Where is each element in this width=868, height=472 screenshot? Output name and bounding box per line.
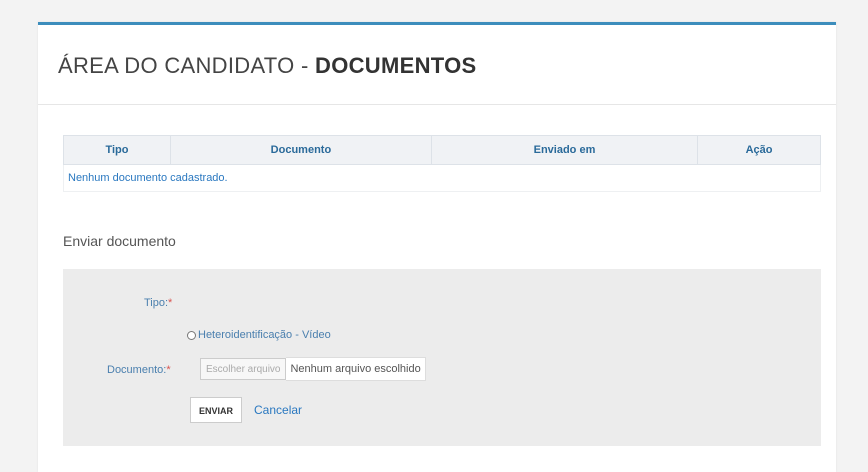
choose-file-button[interactable]: Escolher arquivo [200,358,287,380]
tipo-option-label[interactable]: Heteroidentificação - Vídeo [198,329,331,341]
page-title: ÁREA DO CANDIDATO - DOCUMENTOS [38,25,836,105]
file-status-text: Nenhum arquivo escolhido [286,357,426,381]
documents-table: Tipo Documento Enviado em Ação Nenhum do… [63,135,821,192]
tipo-label: Tipo:* [144,297,172,309]
required-marker: * [166,364,171,376]
upload-section-title: Enviar documento [63,233,176,249]
tipo-label-text: Tipo: [144,297,169,309]
table-row: Nenhum documento cadastrado. [63,164,821,192]
cancel-link[interactable]: Cancelar [254,403,302,417]
tipo-option-heteroidentificacao[interactable]: Heteroidentificação - Vídeo [187,329,331,341]
column-header-acao: Ação [697,135,821,165]
empty-table-message: Nenhum documento cadastrado. [63,164,821,192]
documents-panel: ÁREA DO CANDIDATO - DOCUMENTOS Tipo Docu… [38,22,836,472]
documento-label: Documento:* [107,364,171,376]
column-header-tipo: Tipo [63,135,171,165]
upload-form: Tipo:* Heteroidentificação - Vídeo Docum… [63,269,821,446]
file-input[interactable]: Escolher arquivo Nenhum arquivo escolhid… [200,357,426,381]
submit-button[interactable]: ENVIAR [190,397,242,423]
radio-button[interactable] [187,330,196,340]
page-title-prefix: ÁREA DO CANDIDATO - [58,53,316,78]
table-header-row: Tipo Documento Enviado em Ação [63,135,821,165]
required-marker: * [168,297,173,309]
column-header-documento: Documento [169,135,432,165]
page-title-bold: DOCUMENTOS [315,53,477,78]
column-header-enviado-em: Enviado em [430,135,699,165]
documento-label-text: Documento: [107,364,167,376]
